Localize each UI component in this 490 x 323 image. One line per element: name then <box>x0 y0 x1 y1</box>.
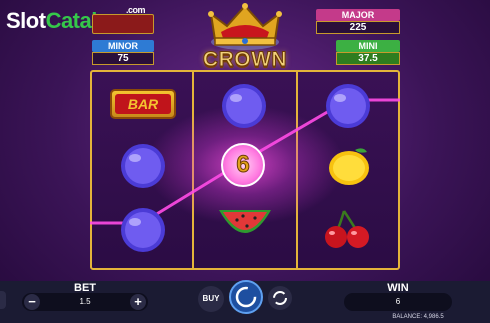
cherries-symbol <box>325 210 369 248</box>
crown-icon <box>208 3 282 50</box>
balance-display: BALANCE: 4,986.5 <box>392 314 444 320</box>
autoplay-button[interactable] <box>268 286 292 310</box>
minor-value: 75 <box>92 52 154 65</box>
minor-label: MINOR <box>92 40 154 52</box>
bet-decrease-button[interactable]: − <box>24 294 40 310</box>
minor-jackpot: MINOR 75 <box>92 40 154 65</box>
major-value: 225 <box>316 21 400 34</box>
grand-jackpot-panel <box>92 14 154 34</box>
major-label: MAJOR <box>316 9 400 21</box>
plum-symbol <box>326 84 370 128</box>
bet-value: 1.5 <box>79 297 91 306</box>
win-value: 6 <box>344 293 452 311</box>
bar-symbol: BAR <box>110 89 176 119</box>
plum-symbol <box>121 208 165 252</box>
menu-tab[interactable] <box>0 291 6 309</box>
spin-button[interactable] <box>229 280 263 314</box>
bonus-coin-6: 6 <box>221 143 265 187</box>
spin-icon <box>235 286 257 308</box>
plum-symbol <box>121 144 165 188</box>
lemon-symbol <box>329 148 369 185</box>
watermelon-symbol <box>219 210 271 233</box>
major-jackpot: MAJOR 225 <box>316 9 400 34</box>
mini-value: 37.5 <box>336 52 400 65</box>
bet-increase-button[interactable]: + <box>130 294 146 310</box>
bar-symbol-text: BAR <box>115 94 171 114</box>
plum-symbol <box>222 84 266 128</box>
mini-label: MINI <box>336 40 400 52</box>
autoplay-icon <box>273 291 287 305</box>
mini-jackpot: MINI 37.5 <box>336 40 400 65</box>
buy-bonus-button[interactable]: BUY <box>198 286 224 312</box>
